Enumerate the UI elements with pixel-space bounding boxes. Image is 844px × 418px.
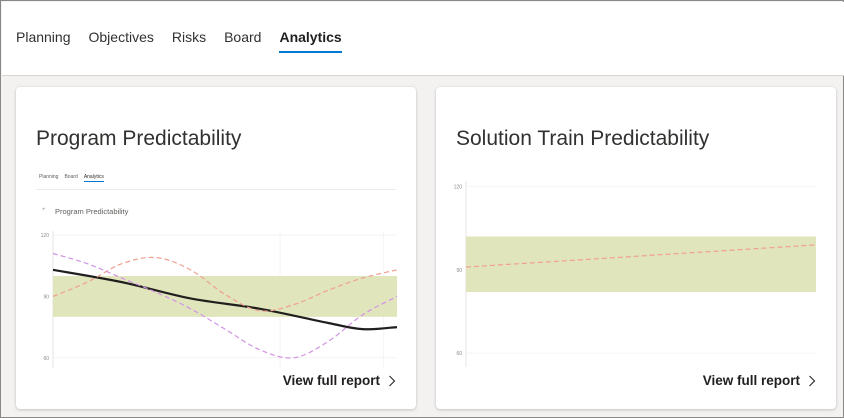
card-title: Solution Train Predictability [456,127,710,150]
tab-analytics[interactable]: Analytics [279,29,342,54]
view-full-report-label: View full report [282,373,380,388]
program-predictability-card[interactable]: Program Predictability Planning Board An… [16,87,416,409]
solution-train-predictability-card[interactable]: Solution Train Predictability 120 90 60 Vi… [436,87,836,409]
preview-mini-tabs: Planning Board Analytics [39,174,110,182]
card-title: Program Predictability [36,127,242,150]
nav-tabs: Planning Objectives Risks Board Analytic… [16,29,360,54]
preview-chart-title: Program Predictability [55,207,129,216]
y-tick-label: 90 [456,268,462,274]
chevron-right-icon [389,375,396,386]
y-tick-label: 120 [454,185,463,191]
tab-risks[interactable]: Risks [172,29,206,54]
tab-board[interactable]: Board [224,29,261,54]
preview-divider [36,189,396,190]
target-band [53,275,397,317]
preview-tab-board: Board [64,174,78,180]
y-tick-label: 120 [41,233,50,239]
preview-tab-analytics: Analytics [83,174,104,182]
preview-tab-planning: Planning [39,174,59,180]
program-predictability-chart: 120 90 60 [41,231,398,368]
y-tick-label: 90 [43,294,49,300]
y-tick-label: 60 [456,351,462,357]
tab-planning[interactable]: Planning [16,29,71,54]
y-tick-label: 60 [43,356,49,362]
view-full-report-link[interactable]: View full report [703,373,816,388]
preview-back-icon: + [42,207,46,213]
view-full-report-link[interactable]: View full report [283,373,396,388]
app-frame: Planning Objectives Risks Board Analytic… [0,0,844,418]
top-navigation-bar: Planning Objectives Risks Board Analytic… [2,2,844,76]
tab-objectives[interactable]: Objectives [89,29,154,54]
view-full-report-label: View full report [702,373,800,388]
solution-train-predictability-chart: 120 90 60 [454,181,817,367]
chevron-right-icon [809,375,816,386]
